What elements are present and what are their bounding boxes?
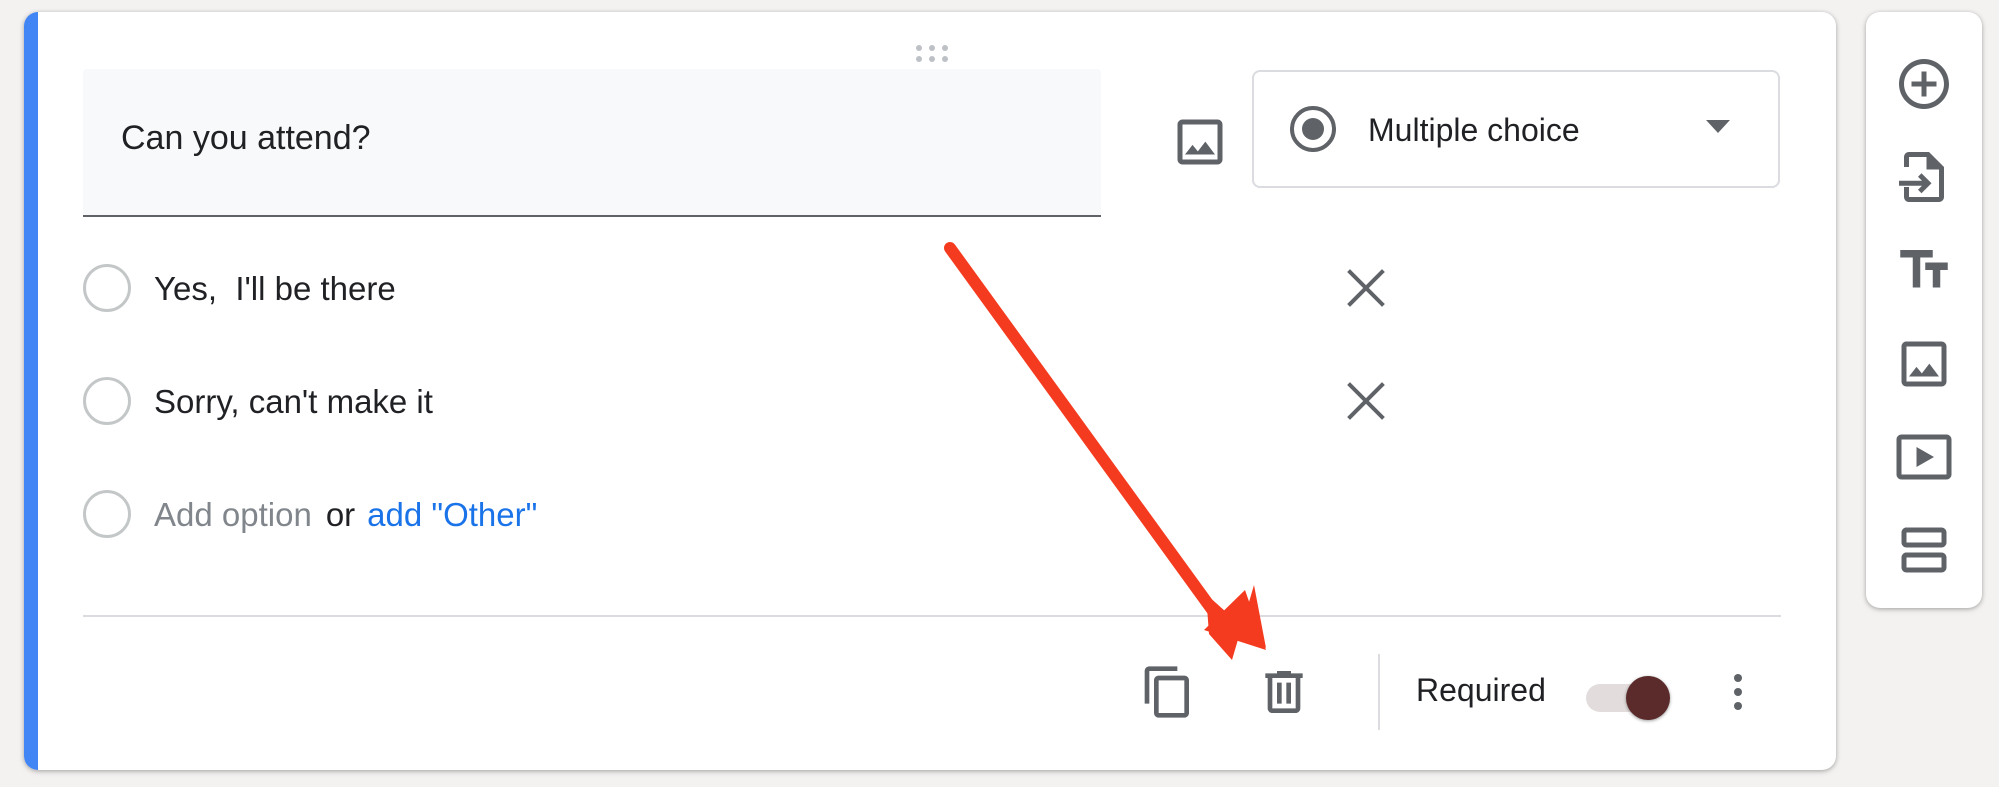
add-question-icon[interactable] — [1894, 54, 1954, 114]
radio-circle-icon — [83, 490, 131, 538]
radio-button-icon — [1288, 104, 1338, 154]
close-icon[interactable] — [1341, 263, 1391, 313]
image-icon[interactable] — [1170, 112, 1230, 172]
option-row[interactable]: Sorry, can't make it — [83, 371, 1783, 431]
or-text: or — [325, 496, 356, 533]
radio-circle-icon — [83, 264, 131, 312]
arrow-drop-down-icon — [1704, 118, 1732, 136]
question-title-text: Can you attend? — [121, 119, 371, 157]
add-option-line: Add option or add "Other" — [154, 496, 537, 534]
trash-icon[interactable] — [1256, 664, 1312, 720]
add-image-icon[interactable] — [1894, 334, 1954, 394]
add-section-icon[interactable] — [1894, 520, 1954, 580]
floating-toolbar — [1866, 12, 1982, 608]
add-option-input[interactable]: Add option — [154, 496, 312, 533]
close-icon[interactable] — [1341, 376, 1391, 426]
question-type-label: Multiple choice — [1368, 112, 1580, 148]
required-label: Required — [1416, 672, 1546, 708]
required-toggle[interactable] — [1580, 668, 1674, 720]
option-row[interactable]: Yes, I'll be there — [83, 258, 1783, 318]
import-questions-icon[interactable] — [1894, 147, 1954, 207]
active-accent-bar — [24, 12, 38, 770]
add-title-icon[interactable] — [1894, 240, 1954, 300]
option-label[interactable]: Yes, I'll be there — [154, 270, 396, 308]
question-title-field[interactable]: Can you attend? — [83, 69, 1101, 217]
more-vert-icon[interactable] — [1718, 664, 1758, 720]
footer-divider — [83, 615, 1781, 617]
question-card[interactable]: Can you attend? Multiple choice Yes, I'l… — [24, 12, 1836, 770]
option-label[interactable]: Sorry, can't make it — [154, 383, 433, 421]
radio-circle-icon — [83, 377, 131, 425]
drag-handle-icon[interactable] — [912, 42, 952, 64]
footer-separator — [1378, 654, 1380, 730]
question-type-dropdown[interactable]: Multiple choice — [1252, 70, 1780, 188]
add-option-row: Add option or add "Other" — [83, 484, 1783, 544]
add-video-icon[interactable] — [1894, 427, 1954, 487]
toggle-thumb — [1626, 676, 1670, 720]
content-copy-icon[interactable] — [1140, 664, 1196, 720]
add-other-link[interactable]: add "Other" — [367, 496, 537, 533]
